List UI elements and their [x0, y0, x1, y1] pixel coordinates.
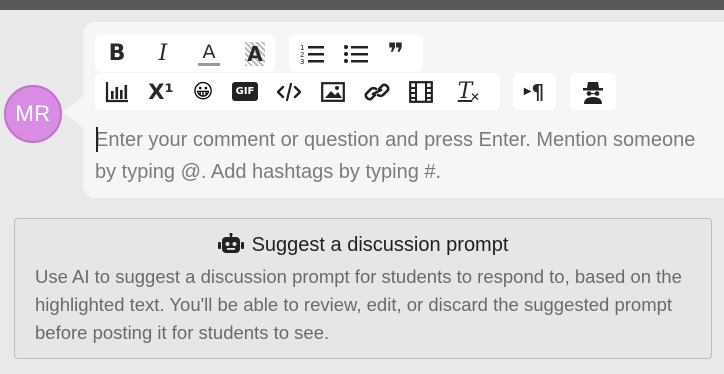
- quote-button[interactable]: ❞: [379, 38, 413, 70]
- emoji-icon: 😀: [192, 81, 214, 103]
- gif-button[interactable]: GIF: [228, 76, 262, 108]
- toolbar-insert-group: X¹ 😀 GIF T ✕: [95, 73, 500, 110]
- image-button[interactable]: [316, 76, 350, 108]
- ordered-list-button[interactable]: 1 2 3: [295, 38, 329, 70]
- avatar: MR: [4, 85, 62, 143]
- robot-icon: [217, 233, 244, 257]
- avatar-initials: MR: [15, 101, 51, 126]
- gif-icon: GIF: [231, 82, 259, 101]
- suggest-prompt-title: Suggest a discussion prompt: [251, 233, 509, 256]
- font-color-underline: [198, 62, 220, 66]
- svg-text:3: 3: [300, 58, 304, 65]
- bold-icon: B: [108, 41, 126, 66]
- text-caret: [96, 127, 98, 152]
- video-icon: [409, 80, 433, 103]
- italic-icon: I: [158, 41, 168, 66]
- highlight-button[interactable]: A: [238, 38, 272, 70]
- ordered-list-icon: 1 2 3: [300, 44, 324, 65]
- chart-button[interactable]: [100, 76, 134, 108]
- paragraph-direction-button[interactable]: ▶ ¶: [517, 76, 551, 108]
- anonymous-button[interactable]: [576, 76, 610, 108]
- comment-input[interactable]: Enter your comment or question and press…: [95, 124, 715, 190]
- toolbar-list-group: 1 2 3 ❞: [289, 35, 423, 72]
- highlight-icon: A: [245, 41, 265, 66]
- suggest-prompt-header: Suggest a discussion prompt: [15, 233, 711, 257]
- anonymous-icon: [583, 81, 603, 104]
- clear-format-button[interactable]: T ✕: [448, 76, 482, 108]
- image-icon: [321, 81, 345, 102]
- quote-icon: ❞: [387, 36, 405, 70]
- bullet-list-icon: [344, 44, 368, 63]
- comment-bubble-tail: [62, 96, 84, 128]
- paragraph-direction-arrow: ▶: [523, 86, 532, 97]
- emoji-button[interactable]: 😀: [186, 76, 220, 108]
- bold-button[interactable]: B: [100, 38, 134, 70]
- code-button[interactable]: [272, 76, 306, 108]
- chart-icon: [105, 81, 128, 102]
- code-icon: [277, 82, 301, 101]
- font-color-icon: A: [202, 40, 216, 63]
- superscript-icon: X¹: [148, 79, 174, 104]
- toolbar-direction-group: ▶ ¶: [513, 73, 556, 110]
- font-color-button[interactable]: A: [192, 38, 226, 70]
- video-button[interactable]: [404, 76, 438, 108]
- toolbar-format-group: B I A A: [95, 35, 275, 72]
- suggest-prompt-card[interactable]: Suggest a discussion prompt Use AI to su…: [14, 218, 712, 359]
- link-button[interactable]: [360, 76, 394, 108]
- paragraph-direction-icon: ¶: [531, 79, 545, 104]
- suggest-prompt-description: Use AI to suggest a discussion prompt fo…: [35, 266, 682, 343]
- italic-button[interactable]: I: [146, 38, 180, 70]
- superscript-button[interactable]: X¹: [144, 76, 178, 108]
- bullet-list-button[interactable]: [339, 38, 373, 70]
- toolbar-anonymous-group: [570, 73, 616, 110]
- link-icon: [364, 83, 390, 100]
- top-bar: [0, 0, 724, 10]
- clear-format-x: ✕: [469, 89, 480, 104]
